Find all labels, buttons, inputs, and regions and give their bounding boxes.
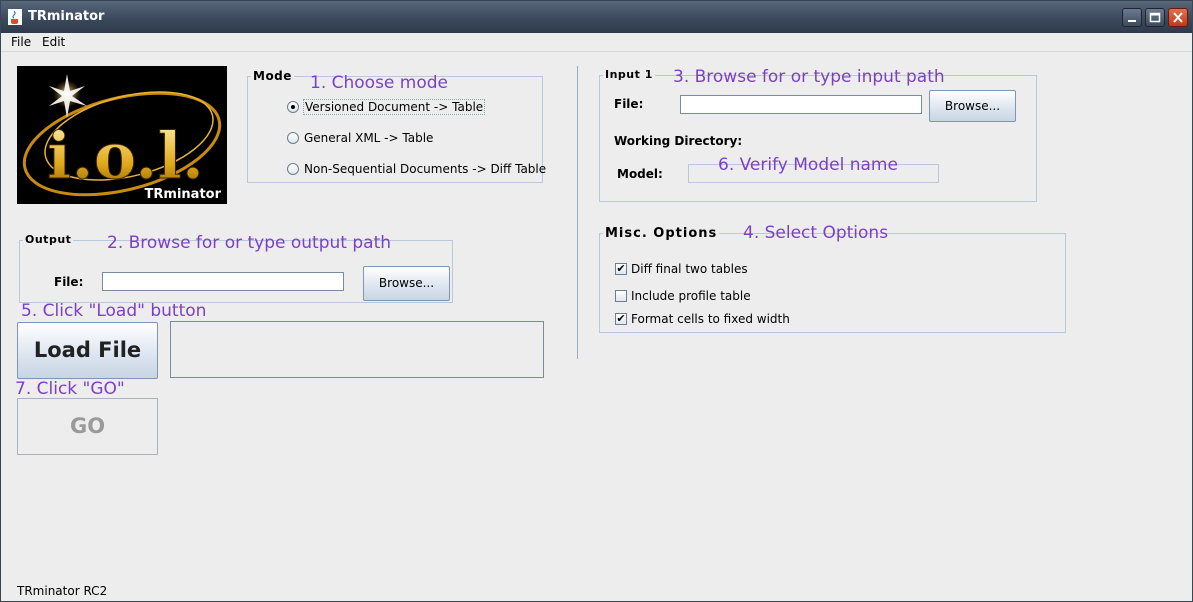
main-panel: i.o.l. TRminator Mode 1. Choose mode Ver… bbox=[1, 53, 1192, 601]
vertical-separator bbox=[577, 66, 578, 359]
diff-final-two-tables-label[interactable]: Diff final two tables bbox=[631, 262, 748, 276]
mode-radio-non-sequential[interactable] bbox=[287, 163, 299, 175]
input1-file-label: File: bbox=[614, 97, 644, 111]
output-file-input[interactable] bbox=[102, 272, 344, 291]
svg-text:i.o.l.: i.o.l. bbox=[47, 119, 204, 194]
output-browse-button[interactable]: Browse... bbox=[363, 266, 450, 301]
menu-edit[interactable]: Edit bbox=[42, 35, 65, 49]
app-window: TRminator File Edit i.o.l. TRminator Mod… bbox=[0, 0, 1193, 602]
minimize-button[interactable] bbox=[1122, 8, 1142, 27]
mode-radio-general-xml[interactable] bbox=[287, 132, 299, 144]
mode-group-title: Mode bbox=[251, 69, 294, 83]
iol-logo-graphic: i.o.l. bbox=[22, 74, 222, 197]
window-title: TRminator bbox=[28, 9, 105, 24]
load-annotation: 5. Click "Load" button bbox=[21, 301, 207, 321]
output-group-title: Output bbox=[23, 233, 74, 246]
format-cells-fixed-width-label[interactable]: Format cells to fixed width bbox=[631, 312, 790, 326]
output-annotation: 2. Browse for or type output path bbox=[107, 233, 392, 253]
format-cells-fixed-width-checkbox[interactable]: ✔ bbox=[615, 313, 627, 325]
misc-options-title: Misc. Options bbox=[603, 226, 720, 241]
close-button[interactable] bbox=[1168, 8, 1188, 27]
iol-logo: i.o.l. TRminator bbox=[17, 66, 227, 204]
input1-group-title: Input 1 bbox=[603, 68, 655, 81]
model-annotation: 6. Verify Model name bbox=[718, 155, 898, 175]
status-label: TRminator RC2 bbox=[17, 584, 108, 598]
input1-file-input[interactable] bbox=[680, 95, 922, 114]
menu-file[interactable]: File bbox=[11, 35, 31, 49]
load-file-label: Load File bbox=[33, 338, 142, 362]
working-directory-label: Working Directory: bbox=[614, 134, 743, 148]
include-profile-table-checkbox[interactable] bbox=[615, 290, 627, 302]
misc-options-annotation: 4. Select Options bbox=[743, 223, 889, 243]
input1-browse-button[interactable]: Browse... bbox=[929, 90, 1016, 122]
mode-option-general-xml-label[interactable]: General XML -> Table bbox=[304, 131, 433, 145]
load-log-area bbox=[170, 321, 544, 378]
mode-radio-versioned[interactable] bbox=[287, 101, 299, 113]
model-label: Model: bbox=[617, 167, 663, 181]
go-label: GO bbox=[69, 414, 106, 438]
maximize-button[interactable] bbox=[1145, 8, 1165, 27]
mode-option-non-sequential-label[interactable]: Non-Sequential Documents -> Diff Table bbox=[304, 162, 546, 176]
go-annotation: 7. Click "GO" bbox=[15, 379, 125, 399]
go-button[interactable]: GO bbox=[17, 398, 158, 455]
input1-annotation: 3. Browse for or type input path bbox=[673, 67, 945, 87]
output-file-label: File: bbox=[54, 275, 84, 289]
title-bar[interactable]: TRminator bbox=[1, 1, 1192, 33]
mode-annotation: 1. Choose mode bbox=[310, 73, 449, 93]
include-profile-table-label[interactable]: Include profile table bbox=[631, 289, 751, 303]
maximize-icon bbox=[1149, 12, 1161, 23]
mode-option-versioned-label[interactable]: Versioned Document -> Table bbox=[303, 99, 486, 115]
load-file-button[interactable]: Load File bbox=[17, 322, 158, 379]
logo-caption: TRminator bbox=[144, 187, 221, 202]
input1-browse-label: Browse... bbox=[944, 99, 1001, 113]
close-icon bbox=[1173, 12, 1183, 23]
minimize-icon bbox=[1128, 20, 1136, 22]
diff-final-two-tables-checkbox[interactable]: ✔ bbox=[615, 263, 627, 275]
menu-bar: File Edit bbox=[1, 33, 1192, 52]
output-browse-label: Browse... bbox=[378, 276, 435, 290]
java-cup-icon bbox=[8, 9, 22, 25]
